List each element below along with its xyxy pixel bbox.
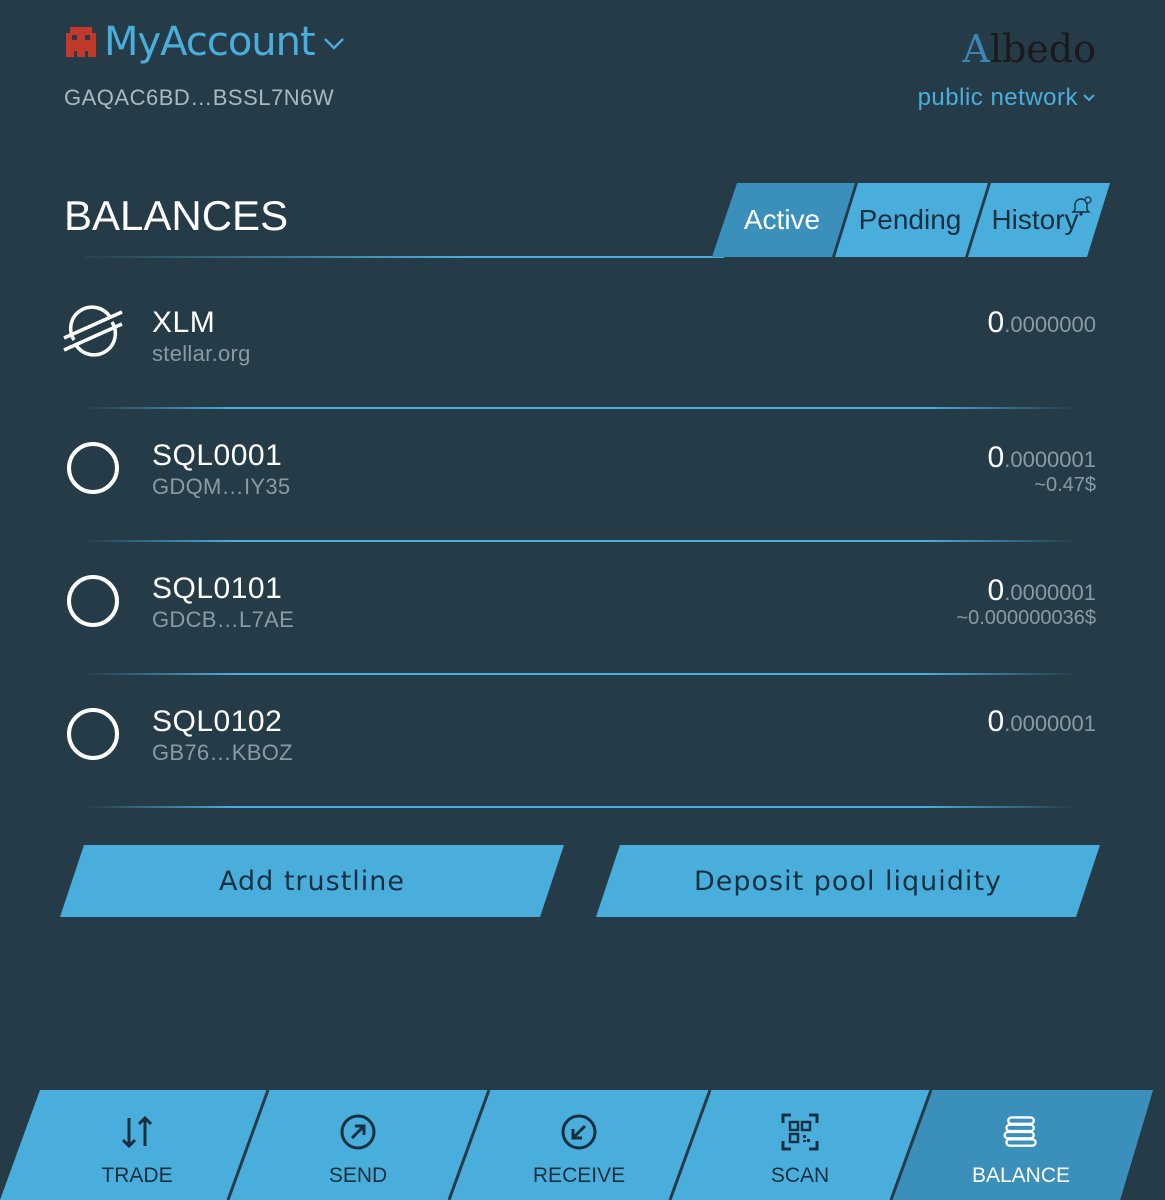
send-icon bbox=[340, 1114, 376, 1150]
nav-label: RECEIVE bbox=[532, 1164, 626, 1187]
nav-receive[interactable]: RECEIVE bbox=[479, 1090, 679, 1200]
tab-pending[interactable]: Pending bbox=[840, 183, 980, 257]
asset-row-xlm[interactable]: XLM stellar.org 0.0000000 bbox=[0, 276, 1165, 409]
nav-label: BALANCE bbox=[971, 1164, 1071, 1187]
balance-stack-icon bbox=[1003, 1116, 1037, 1147]
asset-amount: 0.0000001 bbox=[988, 705, 1096, 739]
asset-code: SQL0102 bbox=[152, 705, 283, 738]
qr-scan-icon bbox=[781, 1113, 819, 1151]
albedo-logo: Albedo bbox=[962, 22, 1096, 76]
nav-trade[interactable]: TRADE bbox=[37, 1090, 237, 1200]
network-label[interactable]: public network bbox=[918, 84, 1078, 112]
receive-icon bbox=[561, 1114, 597, 1150]
asset-amount: 0.0000000 bbox=[988, 306, 1096, 340]
albedo-logo-rest: lbedo bbox=[989, 27, 1096, 71]
asset-code: XLM bbox=[152, 306, 216, 339]
circle-asset-icon bbox=[67, 442, 119, 494]
asset-row-sql0001[interactable]: SQL0001 GDQM…IY35 0.0000001 ~0.47$ bbox=[0, 409, 1165, 542]
amount-fraction: .0000000 bbox=[1004, 312, 1096, 337]
network-selector[interactable]: public network bbox=[918, 84, 1096, 112]
amount-integer: 0 bbox=[987, 441, 1005, 474]
add-trustline-label[interactable]: Add trustline bbox=[60, 845, 564, 917]
asset-issuer: GB76…KBOZ bbox=[152, 740, 293, 765]
asset-issuer: GDQM…IY35 bbox=[152, 474, 291, 499]
asset-code: SQL0001 bbox=[152, 439, 283, 472]
asset-amount: 0.0000001 bbox=[988, 441, 1096, 475]
asset-row-sql0102[interactable]: SQL0102 GB76…KBOZ 0.0000001 bbox=[0, 675, 1165, 808]
add-trustline-button[interactable]: Add trustline bbox=[60, 845, 564, 917]
account-avatar-icon bbox=[66, 27, 96, 57]
amount-integer: 0 bbox=[987, 306, 1005, 339]
chevron-down-icon bbox=[323, 38, 344, 50]
amount-fraction: .0000001 bbox=[1004, 580, 1096, 605]
nav-label: SEND bbox=[328, 1164, 388, 1187]
asset-usd-value: ~0.47$ bbox=[1034, 474, 1096, 496]
account-name[interactable]: MyAccount bbox=[104, 18, 316, 66]
nav-balance[interactable]: BALANCE bbox=[921, 1090, 1121, 1200]
chevron-down-icon bbox=[1083, 94, 1095, 102]
nav-label: SCAN bbox=[770, 1164, 830, 1187]
account-address: GAQAC6BD…BSSL7N6W bbox=[64, 85, 335, 110]
amount-integer: 0 bbox=[987, 574, 1005, 607]
amount-fraction: .0000001 bbox=[1004, 711, 1096, 736]
balance-tabs: Active Pending History bbox=[712, 183, 1110, 257]
amount-fraction: .0000001 bbox=[1004, 447, 1096, 472]
title-divider bbox=[84, 256, 724, 258]
asset-row-sql0101[interactable]: SQL0101 GDCB…L7AE 0.0000001 ~0.000000036… bbox=[0, 542, 1165, 675]
asset-amount: 0.0000001 bbox=[988, 574, 1096, 608]
row-divider bbox=[84, 806, 1076, 808]
bell-icon bbox=[1071, 196, 1092, 216]
asset-usd-value: ~0.000000036$ bbox=[956, 607, 1096, 629]
page-title: BALANCES bbox=[64, 192, 289, 239]
tab-active[interactable]: Active bbox=[712, 183, 852, 257]
asset-code: SQL0101 bbox=[152, 572, 283, 605]
nav-scan[interactable]: SCAN bbox=[700, 1090, 900, 1200]
albedo-wallet-app: MyAccount GAQAC6BD…BSSL7N6W Albedo publi… bbox=[0, 0, 1165, 1200]
deposit-liquidity-label[interactable]: Deposit pool liquidity bbox=[596, 845, 1100, 917]
nav-label: TRADE bbox=[101, 1164, 173, 1187]
stellar-logo-icon bbox=[63, 305, 123, 357]
asset-issuer: stellar.org bbox=[152, 341, 251, 366]
nav-send[interactable]: SEND bbox=[258, 1090, 458, 1200]
trade-arrows-icon bbox=[121, 1115, 153, 1149]
asset-issuer: GDCB…L7AE bbox=[152, 607, 295, 632]
deposit-liquidity-button[interactable]: Deposit pool liquidity bbox=[596, 845, 1100, 917]
amount-integer: 0 bbox=[987, 705, 1005, 738]
albedo-logo-initial: A bbox=[962, 27, 990, 71]
bottom-nav: TRADE SEND RECEIVE SCAN BALANCE bbox=[0, 1090, 1165, 1200]
account-selector[interactable]: MyAccount bbox=[64, 18, 345, 66]
circle-asset-icon bbox=[67, 708, 119, 760]
circle-asset-icon bbox=[67, 575, 119, 627]
